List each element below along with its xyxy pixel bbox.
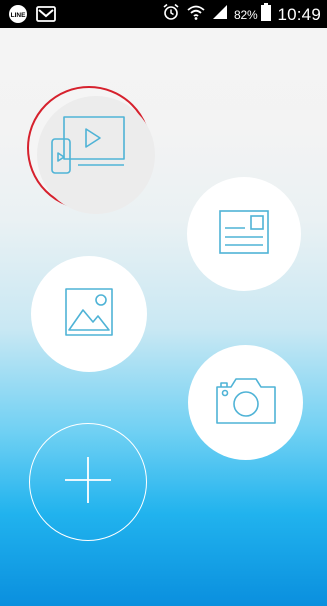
phone-screen: LINE 82% 10:49 — [0, 0, 327, 606]
status-bar-notifications: LINE — [8, 4, 56, 29]
status-bar: LINE 82% 10:49 — [0, 0, 327, 28]
photo-gallery-icon — [65, 287, 113, 341]
svg-text:LINE: LINE — [11, 12, 26, 19]
newspaper-icon — [219, 209, 269, 259]
add-button[interactable] — [29, 423, 147, 541]
camera-icon — [215, 375, 277, 430]
camera-button[interactable] — [188, 345, 303, 460]
status-bar-system: 82% 10:49 — [162, 3, 321, 26]
signal-icon — [212, 4, 228, 25]
photo-button[interactable] — [31, 256, 147, 372]
alarm-clock-icon — [162, 3, 180, 26]
status-bar-clock: 10:49 — [277, 4, 321, 24]
battery-icon — [261, 3, 272, 26]
news-button[interactable] — [187, 177, 301, 291]
video-button[interactable] — [27, 86, 155, 214]
video-devices-icon — [50, 113, 128, 184]
line-app-icon: LINE — [8, 4, 28, 29]
gmail-icon — [36, 6, 56, 27]
wifi-icon — [186, 3, 206, 26]
battery-percent: 82% — [234, 7, 258, 22]
plus-icon — [63, 455, 113, 510]
